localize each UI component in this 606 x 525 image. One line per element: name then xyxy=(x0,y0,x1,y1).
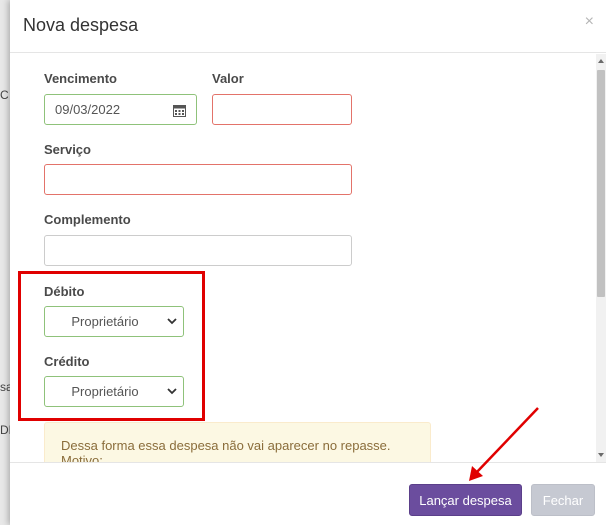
fechar-button[interactable]: Fechar xyxy=(531,484,595,516)
modal-header: Nova despesa × xyxy=(10,0,606,53)
scroll-up-arrow[interactable] xyxy=(598,59,604,63)
vencimento-label: Vencimento xyxy=(44,71,117,86)
servico-label: Serviço xyxy=(44,142,91,157)
complemento-label: Complemento xyxy=(44,212,131,227)
alert-text: Dessa forma essa despesa não vai aparece… xyxy=(61,438,391,462)
servico-input[interactable] xyxy=(44,164,352,195)
background-text: C xyxy=(0,88,9,102)
valor-label: Valor xyxy=(212,71,244,86)
modal-body: Vencimento 09/03/2022 Valor Serviço Comp… xyxy=(10,54,596,462)
lancar-despesa-button[interactable]: Lançar despesa xyxy=(409,484,522,516)
calendar-icon[interactable] xyxy=(173,104,186,117)
warning-alert: Dessa forma essa despesa não vai aparece… xyxy=(44,422,431,462)
vencimento-value: 09/03/2022 xyxy=(55,102,121,117)
vencimento-date-input[interactable]: 09/03/2022 xyxy=(44,94,197,125)
modal-footer: Lançar despesa Fechar xyxy=(10,462,606,525)
scrollbar-thumb[interactable] xyxy=(597,70,605,297)
scroll-down-arrow[interactable] xyxy=(598,453,604,457)
modal-dialog: Nova despesa × Vencimento 09/03/2022 Val… xyxy=(10,0,606,525)
close-icon[interactable]: × xyxy=(585,13,594,31)
valor-input[interactable] xyxy=(212,94,352,125)
modal-title: Nova despesa xyxy=(23,15,139,35)
scrollbar[interactable] xyxy=(596,54,606,462)
complemento-input[interactable] xyxy=(44,235,352,266)
annotation-highlight-box xyxy=(18,271,205,421)
